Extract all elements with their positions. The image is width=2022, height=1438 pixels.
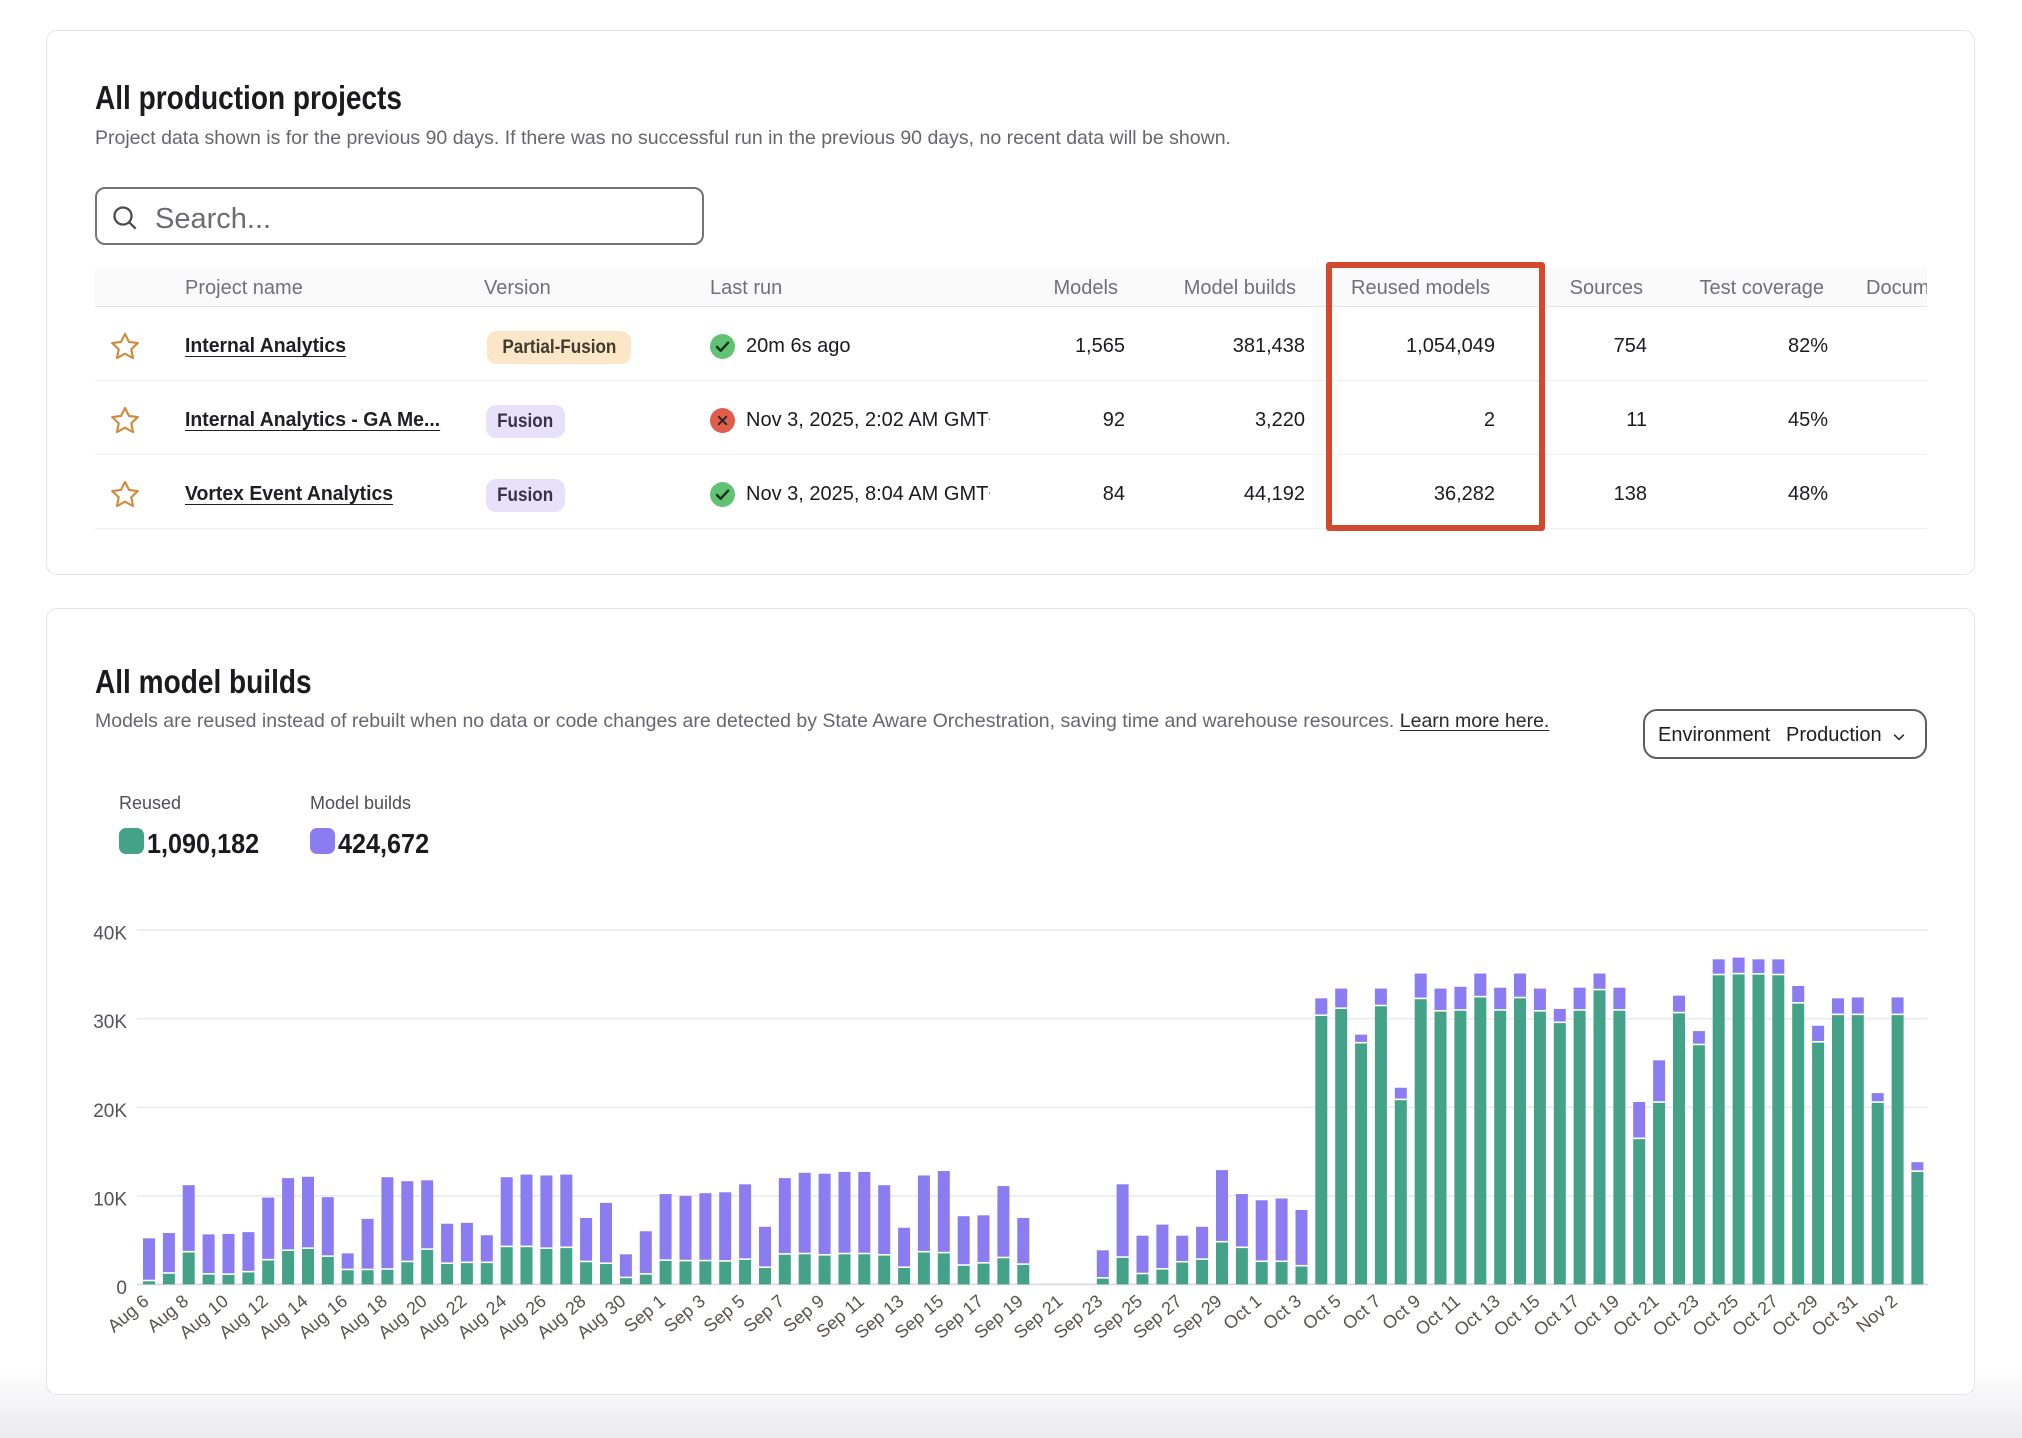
svg-text:10K: 10K <box>93 1189 127 1210</box>
svg-text:30K: 30K <box>93 1012 127 1033</box>
svg-text:Oct 31: Oct 31 <box>1808 1291 1861 1340</box>
svg-text:Oct 7: Oct 7 <box>1339 1291 1385 1334</box>
svg-text:Oct 1: Oct 1 <box>1219 1291 1265 1334</box>
svg-text:Nov 2: Nov 2 <box>1852 1291 1901 1337</box>
svg-text:0: 0 <box>116 1278 127 1299</box>
svg-text:Sep 7: Sep 7 <box>739 1291 788 1337</box>
svg-text:20K: 20K <box>93 1101 127 1122</box>
svg-text:Sep 1: Sep 1 <box>620 1291 669 1337</box>
svg-text:Sep 3: Sep 3 <box>660 1291 709 1337</box>
svg-text:Sep 5: Sep 5 <box>700 1291 749 1337</box>
svg-text:Oct 3: Oct 3 <box>1259 1291 1305 1334</box>
svg-text:40K: 40K <box>93 924 127 945</box>
svg-text:Aug 6: Aug 6 <box>104 1291 153 1337</box>
svg-text:Oct 5: Oct 5 <box>1299 1291 1345 1334</box>
